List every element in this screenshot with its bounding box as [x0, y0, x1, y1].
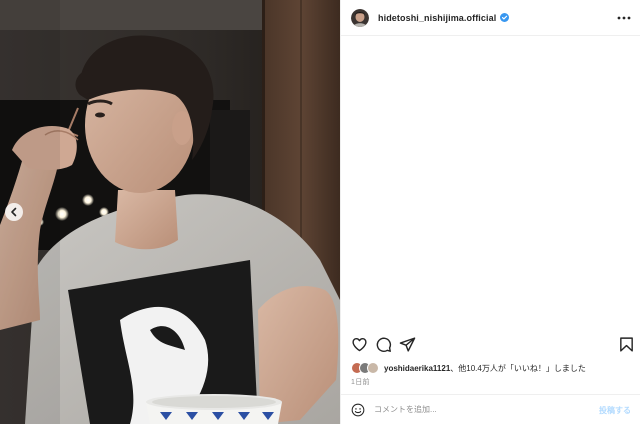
more-options-icon [617, 16, 631, 20]
liker-avatar [367, 362, 379, 374]
comment-input[interactable] [374, 405, 574, 414]
save-button[interactable] [618, 336, 635, 353]
photo-image [0, 0, 340, 424]
more-options-button[interactable] [617, 11, 631, 25]
likes-text: yoshidaerika1121、他10.4万人が「いいね！」しました [384, 363, 586, 374]
like-button[interactable] [351, 336, 368, 353]
comment-bar: 投稿する [341, 394, 640, 424]
first-liker-link[interactable]: yoshidaerika1121 [384, 364, 450, 373]
heart-icon [352, 337, 367, 352]
bookmark-icon [620, 337, 633, 352]
likes-summary: yoshidaerika1121、他10.4万人が「いいね！」しました [351, 361, 586, 375]
carousel-prev-button[interactable] [5, 203, 23, 221]
action-bar [349, 336, 635, 354]
emoji-button[interactable] [351, 403, 365, 417]
post-timestamp[interactable]: 1日前 [351, 377, 370, 387]
comment-icon [376, 337, 392, 352]
liker-avatars [351, 362, 381, 374]
post-photo[interactable] [0, 0, 340, 424]
comment-button[interactable] [375, 336, 392, 353]
verified-badge-icon [500, 13, 510, 22]
share-icon [399, 337, 416, 352]
share-button[interactable] [399, 336, 416, 353]
post-header: hidetoshi_nishijima.official [341, 0, 640, 36]
likes-rest-text[interactable]: 、他10.4万人が「いいね！」しました [450, 364, 586, 373]
carousel-prev-icon [11, 207, 17, 217]
avatar[interactable] [351, 8, 369, 27]
post-comment-button[interactable]: 投稿する [599, 405, 631, 416]
emoji-icon [351, 403, 365, 416]
username-link[interactable]: hidetoshi_nishijima.official [378, 13, 496, 23]
post-side-panel: hidetoshi_nishijima.official yoshidaerik… [340, 0, 640, 424]
